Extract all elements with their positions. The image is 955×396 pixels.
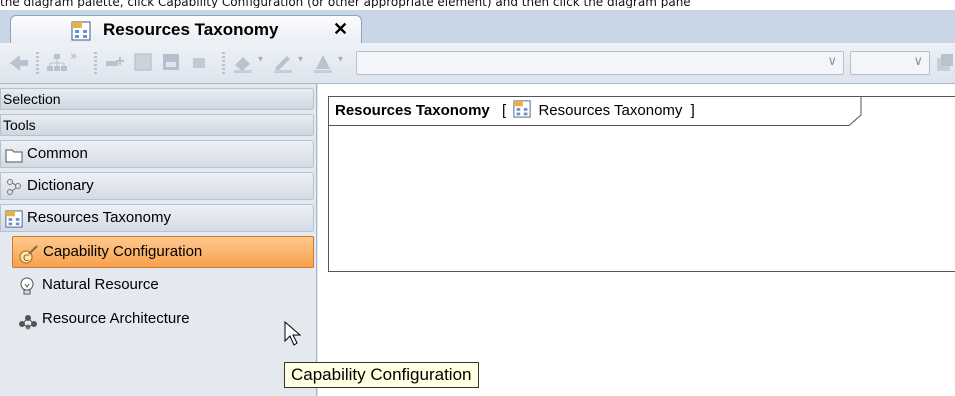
folder-icon	[5, 146, 23, 172]
palette-item-natural-resource[interactable]: Natural Resource	[12, 270, 314, 302]
tab-title: Resources Taxonomy	[103, 20, 279, 39]
insert-icon[interactable]	[104, 53, 124, 77]
rs-diagram-icon	[5, 210, 23, 237]
diagram-frame[interactable]: Resources Taxonomy [ Resources Taxonomy …	[328, 96, 955, 272]
back-arrow-icon[interactable]	[8, 53, 30, 77]
palette-header-selection[interactable]: Selection	[0, 88, 314, 110]
palette-group-label: Dictionary	[27, 177, 94, 194]
rs-diagram-icon	[71, 21, 91, 45]
palette-header-tools[interactable]: Tools	[0, 114, 314, 136]
palette-group-label: Resources Taxonomy	[27, 209, 171, 226]
svg-text:C: C	[23, 254, 29, 264]
font-family-select[interactable]: ∨	[356, 51, 844, 75]
fill-color-icon[interactable]	[232, 53, 254, 77]
palette-item-label: Capability Configuration	[43, 243, 203, 260]
chevron-down-icon: ∨	[827, 54, 837, 69]
tooltip: Capability Configuration	[284, 362, 479, 388]
align-icon[interactable]	[162, 53, 180, 75]
font-color-dropdown-icon[interactable]: ▾	[338, 54, 343, 65]
line-color-dropdown-icon[interactable]: ▾	[298, 54, 303, 65]
bracket-open: [	[501, 102, 507, 119]
font-size-select[interactable]: ∨	[850, 51, 930, 75]
diagram-palette: Selection Tools Common Dictionary Resour…	[0, 84, 317, 396]
diagram-type-label: Resources Taxonomy	[538, 102, 683, 119]
instruction-caption: the diagram palette, click Capability Co…	[0, 0, 691, 8]
overflow-chevron-icon[interactable]: »	[70, 49, 77, 63]
font-color-icon[interactable]	[312, 53, 334, 77]
palette-group-label: Common	[27, 145, 88, 162]
close-icon[interactable]: ✕	[333, 19, 348, 40]
dictionary-icon	[5, 178, 23, 205]
bracket-close: ]	[690, 102, 695, 119]
diagram-editor: Resources Taxonomy ✕ » ▾ ▾ ▾ ∨ ∨ Selecti…	[0, 10, 955, 396]
palette-group-resources-taxonomy[interactable]: Resources Taxonomy	[0, 204, 314, 232]
chevron-down-icon: ∨	[913, 54, 923, 69]
resource-architecture-icon	[18, 311, 38, 330]
toolbar-separator	[94, 52, 97, 74]
toolbar-separator	[36, 52, 39, 74]
palette-item-label: Natural Resource	[42, 276, 159, 293]
diagram-pane[interactable]: Resources Taxonomy [ Resources Taxonomy …	[318, 84, 955, 396]
diagram-name: Resources Taxonomy	[335, 102, 490, 119]
palette-group-common[interactable]: Common	[0, 140, 314, 168]
tab-bar: Resources Taxonomy ✕	[0, 10, 955, 44]
shape-icon[interactable]	[190, 53, 208, 75]
line-color-icon[interactable]	[272, 53, 294, 77]
palette-group-dictionary[interactable]: Dictionary	[0, 172, 314, 200]
rs-diagram-icon	[513, 100, 531, 127]
mouse-pointer-icon	[283, 320, 303, 351]
fill-color-dropdown-icon[interactable]: ▾	[258, 54, 263, 65]
export-icon[interactable]	[936, 53, 954, 77]
diagram-toolbar: » ▾ ▾ ▾ ∨ ∨	[0, 43, 955, 84]
palette-item-resource-architecture[interactable]: Resource Architecture	[12, 304, 314, 330]
diagram-frame-header: Resources Taxonomy [ Resources Taxonomy …	[329, 97, 695, 125]
layout-tree-icon[interactable]	[46, 53, 68, 77]
grid-icon[interactable]	[134, 53, 152, 75]
toolbar-separator	[222, 52, 225, 74]
tab-resources-taxonomy[interactable]: Resources Taxonomy ✕	[10, 15, 362, 43]
palette-item-label: Resource Architecture	[42, 310, 190, 327]
palette-item-capability-configuration[interactable]: C Capability Configuration	[12, 236, 314, 268]
